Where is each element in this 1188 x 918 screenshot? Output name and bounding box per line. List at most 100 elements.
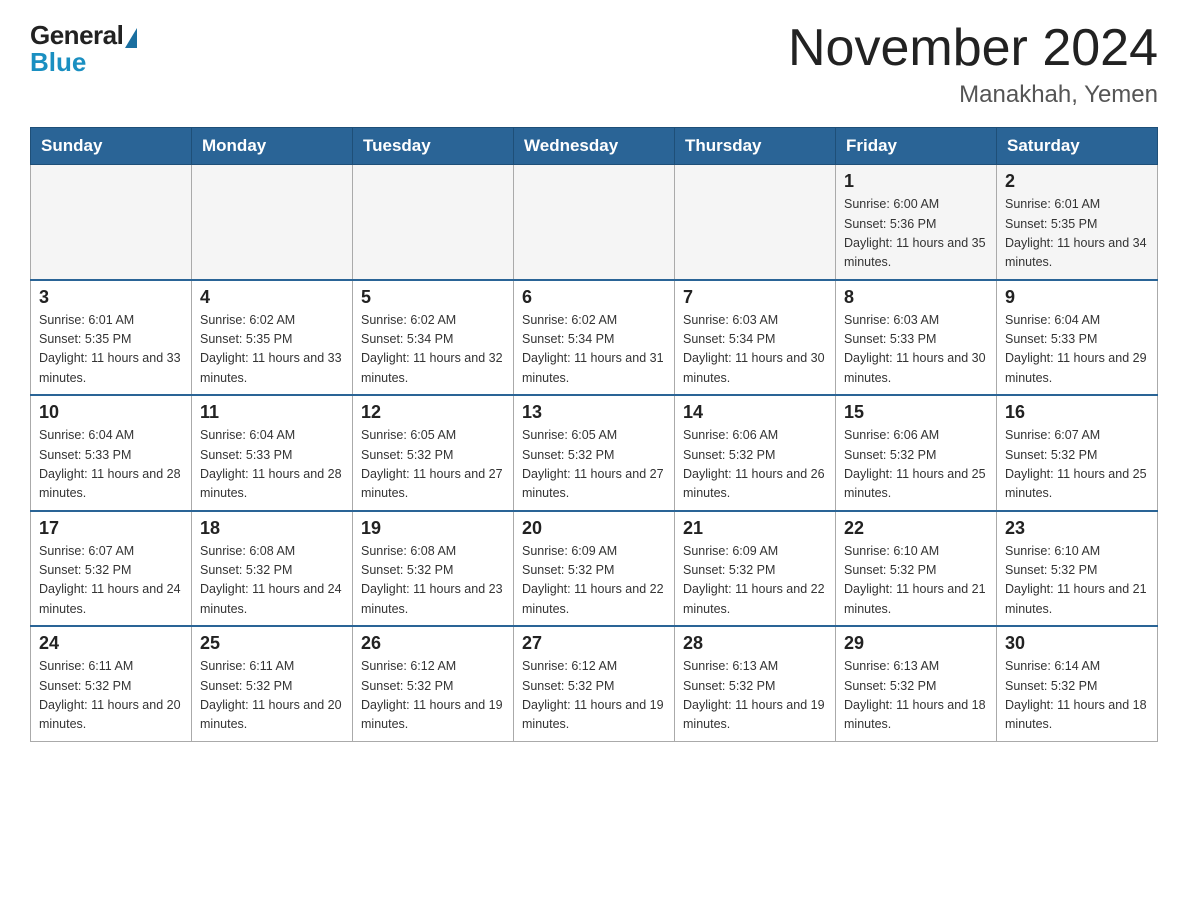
- header-tuesday: Tuesday: [353, 128, 514, 165]
- header-sunday: Sunday: [31, 128, 192, 165]
- day-sun-info: Sunrise: 6:09 AM Sunset: 5:32 PM Dayligh…: [522, 544, 664, 616]
- day-sun-info: Sunrise: 6:04 AM Sunset: 5:33 PM Dayligh…: [39, 428, 181, 500]
- calendar-day-cell: 11Sunrise: 6:04 AM Sunset: 5:33 PM Dayli…: [192, 395, 353, 511]
- day-number: 10: [39, 402, 183, 423]
- day-sun-info: Sunrise: 6:07 AM Sunset: 5:32 PM Dayligh…: [39, 544, 181, 616]
- day-number: 24: [39, 633, 183, 654]
- day-sun-info: Sunrise: 6:02 AM Sunset: 5:35 PM Dayligh…: [200, 313, 342, 385]
- calendar-day-cell: 18 Sunrise: 6:08 AM Sunset: 5:32 PM Dayli…: [192, 511, 353, 627]
- day-sun-info: Sunrise: 6:10 AM Sunset: 5:32 PM Dayligh…: [844, 544, 986, 616]
- calendar-day-cell: 23 Sunrise: 6:10 AM Sunset: 5:32 PM Dayli…: [997, 511, 1158, 627]
- day-sun-info: Sunrise: 6:02 AM Sunset: 5:34 PM Dayligh…: [361, 313, 503, 385]
- day-number: 29: [844, 633, 988, 654]
- day-sun-info: Sunrise: 6:14 AM Sunset: 5:32 PM Dayligh…: [1005, 659, 1147, 731]
- header-wednesday: Wednesday: [514, 128, 675, 165]
- day-sun-info: Sunrise: 6:13 AM Sunset: 5:32 PM Dayligh…: [844, 659, 986, 731]
- day-number: 20: [522, 518, 666, 539]
- calendar-week-row: 1 Sunrise: 6:00 AM Sunset: 5:36 PM Daylig…: [31, 165, 1158, 280]
- day-sun-info: Sunrise: 6:05 AM Sunset: 5:32 PM Dayligh…: [522, 428, 664, 500]
- calendar-day-cell: 26 Sunrise: 6:12 AM Sunset: 5:32 PM Dayli…: [353, 626, 514, 741]
- calendar-day-cell: 13Sunrise: 6:05 AM Sunset: 5:32 PM Dayli…: [514, 395, 675, 511]
- calendar-subtitle: Manakhah, Yemen: [788, 81, 1158, 109]
- day-sun-info: Sunrise: 6:06 AM Sunset: 5:32 PM Dayligh…: [844, 428, 986, 500]
- calendar-day-cell: 30 Sunrise: 6:14 AM Sunset: 5:32 PM Dayli…: [997, 626, 1158, 741]
- day-sun-info: Sunrise: 6:13 AM Sunset: 5:32 PM Dayligh…: [683, 659, 825, 731]
- day-number: 4: [200, 287, 344, 308]
- day-number: 18: [200, 518, 344, 539]
- calendar-day-cell: 10 Sunrise: 6:04 AM Sunset: 5:33 PM Dayli…: [31, 395, 192, 511]
- calendar-day-cell: 3Sunrise: 6:01 AM Sunset: 5:35 PM Daylig…: [31, 280, 192, 396]
- day-sun-info: Sunrise: 6:04 AM Sunset: 5:33 PM Dayligh…: [200, 428, 342, 500]
- day-sun-info: Sunrise: 6:12 AM Sunset: 5:32 PM Dayligh…: [522, 659, 664, 731]
- day-number: 19: [361, 518, 505, 539]
- calendar-day-cell: 24 Sunrise: 6:11 AM Sunset: 5:32 PM Dayli…: [31, 626, 192, 741]
- logo-triangle-icon: [125, 28, 137, 48]
- day-number: 23: [1005, 518, 1149, 539]
- day-number: 9: [1005, 287, 1149, 308]
- day-number: 17: [39, 518, 183, 539]
- calendar-day-cell: 15 Sunrise: 6:06 AM Sunset: 5:32 PM Dayli…: [836, 395, 997, 511]
- day-sun-info: Sunrise: 6:12 AM Sunset: 5:32 PM Dayligh…: [361, 659, 503, 731]
- day-number: 21: [683, 518, 827, 539]
- day-number: 27: [522, 633, 666, 654]
- calendar-day-cell: 21 Sunrise: 6:09 AM Sunset: 5:32 PM Dayli…: [675, 511, 836, 627]
- logo-blue-text: Blue: [30, 47, 86, 78]
- day-number: 22: [844, 518, 988, 539]
- calendar-day-cell: 6Sunrise: 6:02 AM Sunset: 5:34 PM Daylig…: [514, 280, 675, 396]
- day-sun-info: Sunrise: 6:04 AM Sunset: 5:33 PM Dayligh…: [1005, 313, 1147, 385]
- logo: General Blue: [30, 20, 137, 78]
- day-sun-info: Sunrise: 6:06 AM Sunset: 5:32 PM Dayligh…: [683, 428, 825, 500]
- calendar-day-cell: [31, 165, 192, 280]
- day-sun-info: Sunrise: 6:08 AM Sunset: 5:32 PM Dayligh…: [200, 544, 342, 616]
- day-sun-info: Sunrise: 6:05 AM Sunset: 5:32 PM Dayligh…: [361, 428, 503, 500]
- calendar-day-cell: [353, 165, 514, 280]
- calendar-week-row: 24 Sunrise: 6:11 AM Sunset: 5:32 PM Dayli…: [31, 626, 1158, 741]
- day-sun-info: Sunrise: 6:10 AM Sunset: 5:32 PM Dayligh…: [1005, 544, 1147, 616]
- day-number: 30: [1005, 633, 1149, 654]
- calendar-week-row: 10 Sunrise: 6:04 AM Sunset: 5:33 PM Dayli…: [31, 395, 1158, 511]
- header-thursday: Thursday: [675, 128, 836, 165]
- day-number: 7: [683, 287, 827, 308]
- day-sun-info: Sunrise: 6:11 AM Sunset: 5:32 PM Dayligh…: [200, 659, 342, 731]
- calendar-day-cell: 19 Sunrise: 6:08 AM Sunset: 5:32 PM Dayli…: [353, 511, 514, 627]
- day-sun-info: Sunrise: 6:07 AM Sunset: 5:32 PM Dayligh…: [1005, 428, 1147, 500]
- calendar-day-cell: [514, 165, 675, 280]
- calendar-day-cell: 17 Sunrise: 6:07 AM Sunset: 5:32 PM Dayli…: [31, 511, 192, 627]
- calendar-day-cell: 22 Sunrise: 6:10 AM Sunset: 5:32 PM Dayli…: [836, 511, 997, 627]
- title-section: November 2024 Manakhah, Yemen: [788, 20, 1158, 109]
- calendar-day-cell: 9 Sunrise: 6:04 AM Sunset: 5:33 PM Daylig…: [997, 280, 1158, 396]
- day-number: 2: [1005, 171, 1149, 192]
- calendar-day-cell: 25Sunrise: 6:11 AM Sunset: 5:32 PM Dayli…: [192, 626, 353, 741]
- calendar-day-cell: 1 Sunrise: 6:00 AM Sunset: 5:36 PM Daylig…: [836, 165, 997, 280]
- day-number: 15: [844, 402, 988, 423]
- calendar-week-row: 17 Sunrise: 6:07 AM Sunset: 5:32 PM Dayli…: [31, 511, 1158, 627]
- page-header: General Blue November 2024 Manakhah, Yem…: [30, 20, 1158, 109]
- calendar-day-cell: 8Sunrise: 6:03 AM Sunset: 5:33 PM Daylig…: [836, 280, 997, 396]
- header-monday: Monday: [192, 128, 353, 165]
- day-number: 6: [522, 287, 666, 308]
- header-saturday: Saturday: [997, 128, 1158, 165]
- day-number: 3: [39, 287, 183, 308]
- calendar-day-cell: [192, 165, 353, 280]
- weekday-header-row: Sunday Monday Tuesday Wednesday Thursday…: [31, 128, 1158, 165]
- calendar-day-cell: 14 Sunrise: 6:06 AM Sunset: 5:32 PM Dayli…: [675, 395, 836, 511]
- calendar-day-cell: 12Sunrise: 6:05 AM Sunset: 5:32 PM Dayli…: [353, 395, 514, 511]
- calendar-day-cell: 27 Sunrise: 6:12 AM Sunset: 5:32 PM Dayli…: [514, 626, 675, 741]
- day-number: 28: [683, 633, 827, 654]
- calendar-day-cell: 28 Sunrise: 6:13 AM Sunset: 5:32 PM Dayli…: [675, 626, 836, 741]
- day-number: 26: [361, 633, 505, 654]
- calendar-day-cell: 4 Sunrise: 6:02 AM Sunset: 5:35 PM Daylig…: [192, 280, 353, 396]
- day-sun-info: Sunrise: 6:08 AM Sunset: 5:32 PM Dayligh…: [361, 544, 503, 616]
- calendar-day-cell: 5 Sunrise: 6:02 AM Sunset: 5:34 PM Daylig…: [353, 280, 514, 396]
- day-sun-info: Sunrise: 6:00 AM Sunset: 5:36 PM Dayligh…: [844, 197, 986, 269]
- calendar-day-cell: [675, 165, 836, 280]
- day-number: 1: [844, 171, 988, 192]
- day-sun-info: Sunrise: 6:11 AM Sunset: 5:32 PM Dayligh…: [39, 659, 181, 731]
- calendar-day-cell: 29 Sunrise: 6:13 AM Sunset: 5:32 PM Dayli…: [836, 626, 997, 741]
- calendar-week-row: 3Sunrise: 6:01 AM Sunset: 5:35 PM Daylig…: [31, 280, 1158, 396]
- day-number: 5: [361, 287, 505, 308]
- header-friday: Friday: [836, 128, 997, 165]
- day-sun-info: Sunrise: 6:09 AM Sunset: 5:32 PM Dayligh…: [683, 544, 825, 616]
- day-sun-info: Sunrise: 6:03 AM Sunset: 5:33 PM Dayligh…: [844, 313, 986, 385]
- day-number: 14: [683, 402, 827, 423]
